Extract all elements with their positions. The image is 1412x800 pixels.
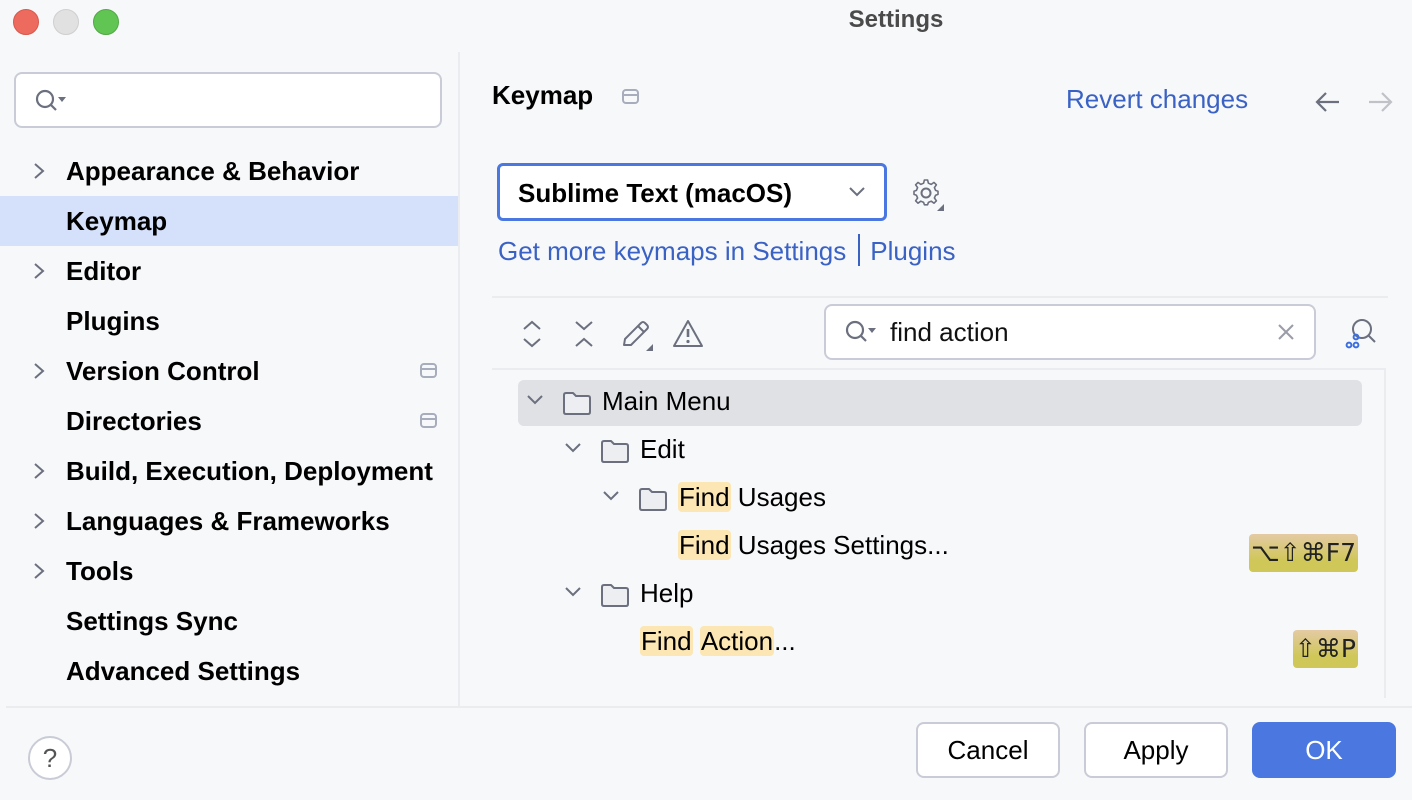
sidebar-item-keymap[interactable]: Keymap <box>0 196 458 246</box>
sidebar-item-directories[interactable]: Directories <box>0 396 458 446</box>
tree-row-label: Edit <box>640 434 685 465</box>
label-segment: Usages Settings... <box>730 530 949 560</box>
chevron-right-icon[interactable] <box>32 161 46 181</box>
project-level-icon <box>420 413 437 428</box>
sidebar-item-label: Languages & Frameworks <box>66 506 390 536</box>
chevron-down-icon[interactable] <box>526 394 544 406</box>
ok-button[interactable]: OK <box>1252 722 1396 778</box>
sidebar-item-tools[interactable]: Tools <box>0 546 458 596</box>
search-icon <box>35 89 66 111</box>
tree-row-label: Find Action... <box>640 626 796 657</box>
tree-folder-row[interactable]: Edit <box>492 418 1384 466</box>
chevron-down-icon[interactable] <box>564 442 582 454</box>
search-match-highlight: Find <box>678 482 731 512</box>
sidebar-divider <box>458 52 460 707</box>
tree-action-row[interactable]: Find Usages Settings... ⌥⇧⌘F7 <box>492 514 1384 572</box>
filter-value: find action <box>890 317 1009 347</box>
chevron-right-icon[interactable] <box>32 461 46 481</box>
sidebar-item-label: Version Control <box>66 356 260 386</box>
arrow-right-icon[interactable] <box>1366 88 1394 116</box>
search-icon <box>845 320 876 342</box>
folder-icon <box>563 392 591 415</box>
tree-action-row[interactable]: Find Action... ⇧⌘P <box>492 610 1384 668</box>
tree-folder-row[interactable]: Help <box>492 562 1384 610</box>
search-match-highlight: Action <box>699 626 775 656</box>
folder-icon <box>601 584 629 607</box>
keymap-select-value: Sublime Text (macOS) <box>518 178 793 208</box>
link-separator <box>858 234 861 267</box>
sidebar-item-settings-sync[interactable]: Settings Sync <box>0 596 458 646</box>
project-level-icon <box>420 363 437 378</box>
revert-changes-link[interactable]: Revert changes <box>1066 84 1248 115</box>
label-segment <box>693 626 700 656</box>
sidebar-item-label: Tools <box>66 556 134 586</box>
sidebar-item-label: Editor <box>66 256 142 286</box>
tree-folder-row[interactable]: Find Usages <box>492 466 1384 514</box>
sidebar-item-label: Keymap <box>66 206 168 236</box>
label-segment: Help <box>640 578 694 608</box>
window-title: Settings <box>848 6 944 33</box>
label-segment: Usages <box>730 482 826 512</box>
keymap-select[interactable]: Sublime Text (macOS) <box>497 163 887 221</box>
keymap-actions-tree: Main Menu Edit Find Usages Find Usages Sett… <box>492 368 1386 698</box>
tree-row-label: Find Usages <box>678 482 826 513</box>
chevron-down-icon[interactable] <box>564 586 582 598</box>
arrow-left-icon[interactable] <box>1314 88 1342 116</box>
chevron-right-icon[interactable] <box>32 511 46 531</box>
collapse-all-icon[interactable] <box>570 318 598 350</box>
tree-row-label: Find Usages Settings... <box>678 530 949 561</box>
sidebar-item-advanced-settings[interactable]: Advanced Settings <box>0 646 458 696</box>
sidebar-item-languages-frameworks[interactable]: Languages & Frameworks <box>0 496 458 546</box>
sidebar-item-label: Appearance & Behavior <box>66 156 360 186</box>
chevron-right-icon[interactable] <box>32 561 46 581</box>
chevron-down-icon[interactable] <box>602 490 620 502</box>
project-level-icon <box>622 89 639 104</box>
apply-button[interactable]: Apply <box>1084 722 1228 778</box>
label-segment: ... <box>774 626 796 656</box>
plugins-link[interactable]: Plugins <box>870 236 955 266</box>
find-by-shortcut-icon[interactable] <box>1344 316 1378 350</box>
chevron-right-icon[interactable] <box>32 261 46 281</box>
sidebar-item-label: Advanced Settings <box>66 656 301 686</box>
warning-icon[interactable] <box>672 318 704 350</box>
gear-icon[interactable] <box>910 176 946 212</box>
keymap-filter-input[interactable]: find action <box>824 304 1316 360</box>
label-segment: Edit <box>640 434 685 464</box>
tree-folder-row[interactable]: Main Menu <box>492 370 1384 426</box>
tree-row-label: Main Menu <box>602 386 731 417</box>
sidebar-item-plugins[interactable]: Plugins <box>0 296 458 346</box>
page-title: Keymap <box>492 80 594 110</box>
edit-icon[interactable] <box>620 318 656 352</box>
search-match-highlight: Find <box>640 626 693 656</box>
chevron-down-icon <box>849 187 865 197</box>
sidebar-item-label: Plugins <box>66 306 160 336</box>
expand-all-icon[interactable] <box>518 318 546 350</box>
cancel-button[interactable]: Cancel <box>916 722 1060 778</box>
search-match-highlight: Find <box>678 530 731 560</box>
get-more-keymaps-link[interactable]: Get more keymaps in Settings <box>498 236 846 266</box>
settings-search-input[interactable] <box>14 72 442 128</box>
help-button[interactable]: ? <box>28 736 72 780</box>
sidebar-item-build-execution-deployment[interactable]: Build, Execution, Deployment <box>0 446 458 496</box>
label-segment: Main Menu <box>602 386 731 416</box>
sidebar-item-appearance-behavior[interactable]: Appearance & Behavior <box>0 146 458 196</box>
sidebar-item-label: Settings Sync <box>66 606 238 636</box>
tree-row-label: Help <box>640 578 693 609</box>
shortcut-badge: ⇧⌘P <box>1292 630 1358 668</box>
sidebar-item-editor[interactable]: Editor <box>0 246 458 296</box>
sidebar-item-label: Directories <box>66 406 202 436</box>
get-more-keymaps: Get more keymaps in Settings Plugins <box>498 234 956 269</box>
folder-icon <box>639 488 667 511</box>
chevron-right-icon[interactable] <box>32 361 46 381</box>
footer-divider <box>6 706 1412 708</box>
section-divider <box>492 296 1388 298</box>
folder-icon <box>601 440 629 463</box>
sidebar-item-version-control[interactable]: Version Control <box>0 346 458 396</box>
clear-icon[interactable] <box>1276 322 1296 342</box>
sidebar-item-label: Build, Execution, Deployment <box>66 456 433 486</box>
